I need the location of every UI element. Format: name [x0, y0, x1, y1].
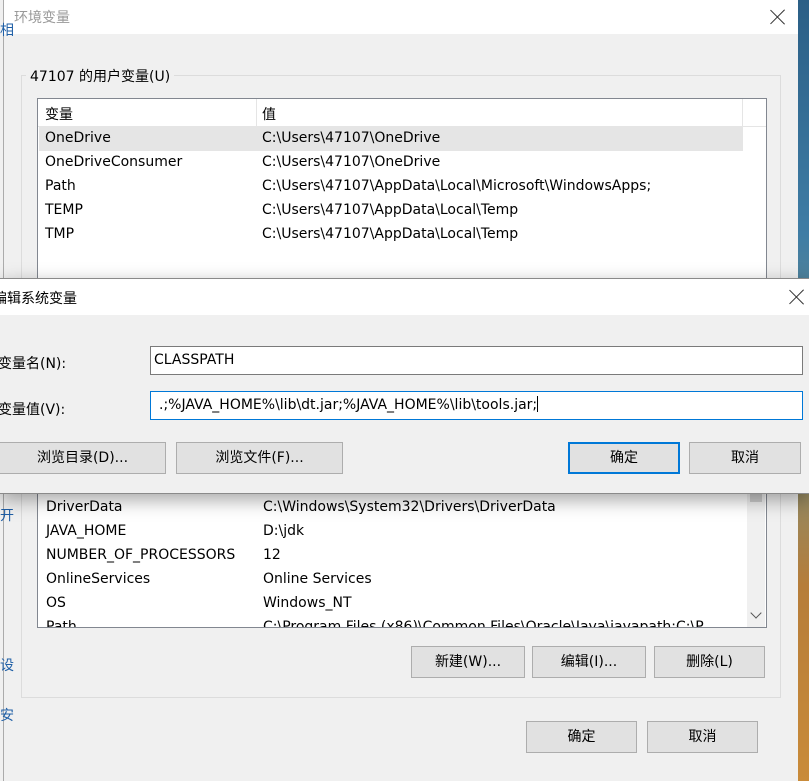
table-row[interactable]: JAVA_HOME D:\jdk [39, 520, 743, 544]
table-row[interactable]: OnlineServices Online Services [39, 568, 743, 592]
new-variable-button[interactable]: 新建(W)... [411, 646, 525, 678]
dialog-ok-button[interactable]: 确定 [568, 442, 680, 474]
table-row[interactable]: TEMP C:\Users\47107\AppData\Local\Temp [39, 199, 743, 223]
column-divider [742, 99, 743, 126]
table-row[interactable]: DriverData C:\Windows\System32\Drivers\D… [39, 496, 743, 520]
list-header: 变量 值 [38, 99, 766, 127]
background-text: 设 [0, 658, 14, 674]
variable-name: TMP [45, 226, 75, 242]
dialog-titlebar: 编辑系统变量 [0, 279, 809, 315]
user-variables-label: 47107 的用户变量(U) [26, 66, 175, 86]
variable-name: DriverData [46, 499, 123, 515]
variable-value-label: 变量值(V): [0, 402, 66, 418]
variable-value: C:\Users\47107\AppData\Local\Temp [262, 226, 519, 242]
variable-name: Path [45, 178, 76, 194]
variable-value: C:\Program Files (x86)\Common Files\Orac… [263, 619, 704, 628]
variable-name: TEMP [45, 202, 83, 218]
close-icon[interactable] [770, 9, 786, 25]
table-row[interactable]: OS Windows_NT [39, 592, 743, 616]
variable-name-text: CLASSPATH [154, 352, 235, 368]
variable-value: C:\Users\47107\OneDrive [262, 154, 441, 170]
cancel-button[interactable]: 取消 [647, 721, 758, 753]
column-header-name[interactable]: 变量 [45, 104, 73, 124]
background-text: 安 [0, 708, 14, 724]
column-header-value[interactable]: 值 [262, 104, 276, 124]
table-row[interactable]: OneDriveConsumer C:\Users\47107\OneDrive [39, 151, 743, 175]
browse-file-button[interactable]: 浏览文件(F)... [176, 442, 343, 474]
variable-name-label: 变量名(N): [0, 356, 67, 372]
user-variables-list[interactable]: 变量 值 OneDrive C:\Users\47107\OneDrive On… [37, 98, 767, 290]
variable-value: C:\Users\47107\OneDrive [262, 130, 441, 146]
window-titlebar: 环境变量 [4, 0, 798, 34]
table-row[interactable]: Path C:\Program Files (x86)\Common Files… [39, 616, 743, 628]
variable-value: Windows_NT [263, 595, 352, 611]
close-icon[interactable] [789, 289, 805, 305]
background-text: 开 [0, 508, 14, 524]
table-row[interactable]: OneDrive C:\Users\47107\OneDrive [39, 127, 743, 151]
delete-variable-button[interactable]: 删除(L) [654, 646, 765, 678]
browse-directory-button[interactable]: 浏览目录(D)... [0, 442, 166, 474]
dialog-title: 编辑系统变量 [0, 291, 77, 307]
variable-value: 12 [263, 547, 281, 563]
variable-value-input[interactable]: .;%JAVA_HOME%\lib\dt.jar;%JAVA_HOME%\lib… [150, 391, 803, 420]
variable-value: D:\jdk [263, 523, 305, 539]
variable-value: C:\Windows\System32\Drivers\DriverData [263, 499, 556, 515]
variable-name: NUMBER_OF_PROCESSORS [46, 547, 236, 563]
background-text: 相 [0, 23, 14, 39]
edit-system-variable-dialog: 编辑系统变量 变量名(N): CLASSPATH 变量值(V): .;%JAVA… [0, 278, 809, 494]
variable-name: OnlineServices [46, 571, 151, 587]
variable-name: OneDrive [45, 130, 111, 146]
variable-name-input[interactable]: CLASSPATH [150, 346, 803, 375]
variable-name: JAVA_HOME [46, 523, 127, 539]
variable-name: OneDriveConsumer [45, 154, 183, 170]
column-divider[interactable] [256, 99, 257, 126]
variable-name: Path [46, 619, 77, 628]
dialog-cancel-button[interactable]: 取消 [689, 442, 801, 474]
table-row[interactable]: Path C:\Users\47107\AppData\Local\Micros… [39, 175, 743, 199]
variable-value-text: .;%JAVA_HOME%\lib\dt.jar;%JAVA_HOME%\lib… [159, 397, 538, 413]
edit-variable-button[interactable]: 编辑(I)... [532, 646, 646, 678]
table-row[interactable]: NUMBER_OF_PROCESSORS 12 [39, 544, 743, 568]
variable-value: C:\Users\47107\AppData\Local\Temp [262, 202, 519, 218]
variable-value: Online Services [263, 571, 372, 587]
variable-value: C:\Users\47107\AppData\Local\Microsoft\W… [262, 178, 652, 194]
window-title: 环境变量 [14, 10, 70, 26]
table-row[interactable]: TMP C:\Users\47107\AppData\Local\Temp [39, 223, 743, 247]
ok-button[interactable]: 确定 [526, 721, 637, 753]
variable-name: OS [46, 595, 66, 611]
chevron-down-icon[interactable] [750, 607, 762, 619]
text-cursor [537, 396, 539, 412]
